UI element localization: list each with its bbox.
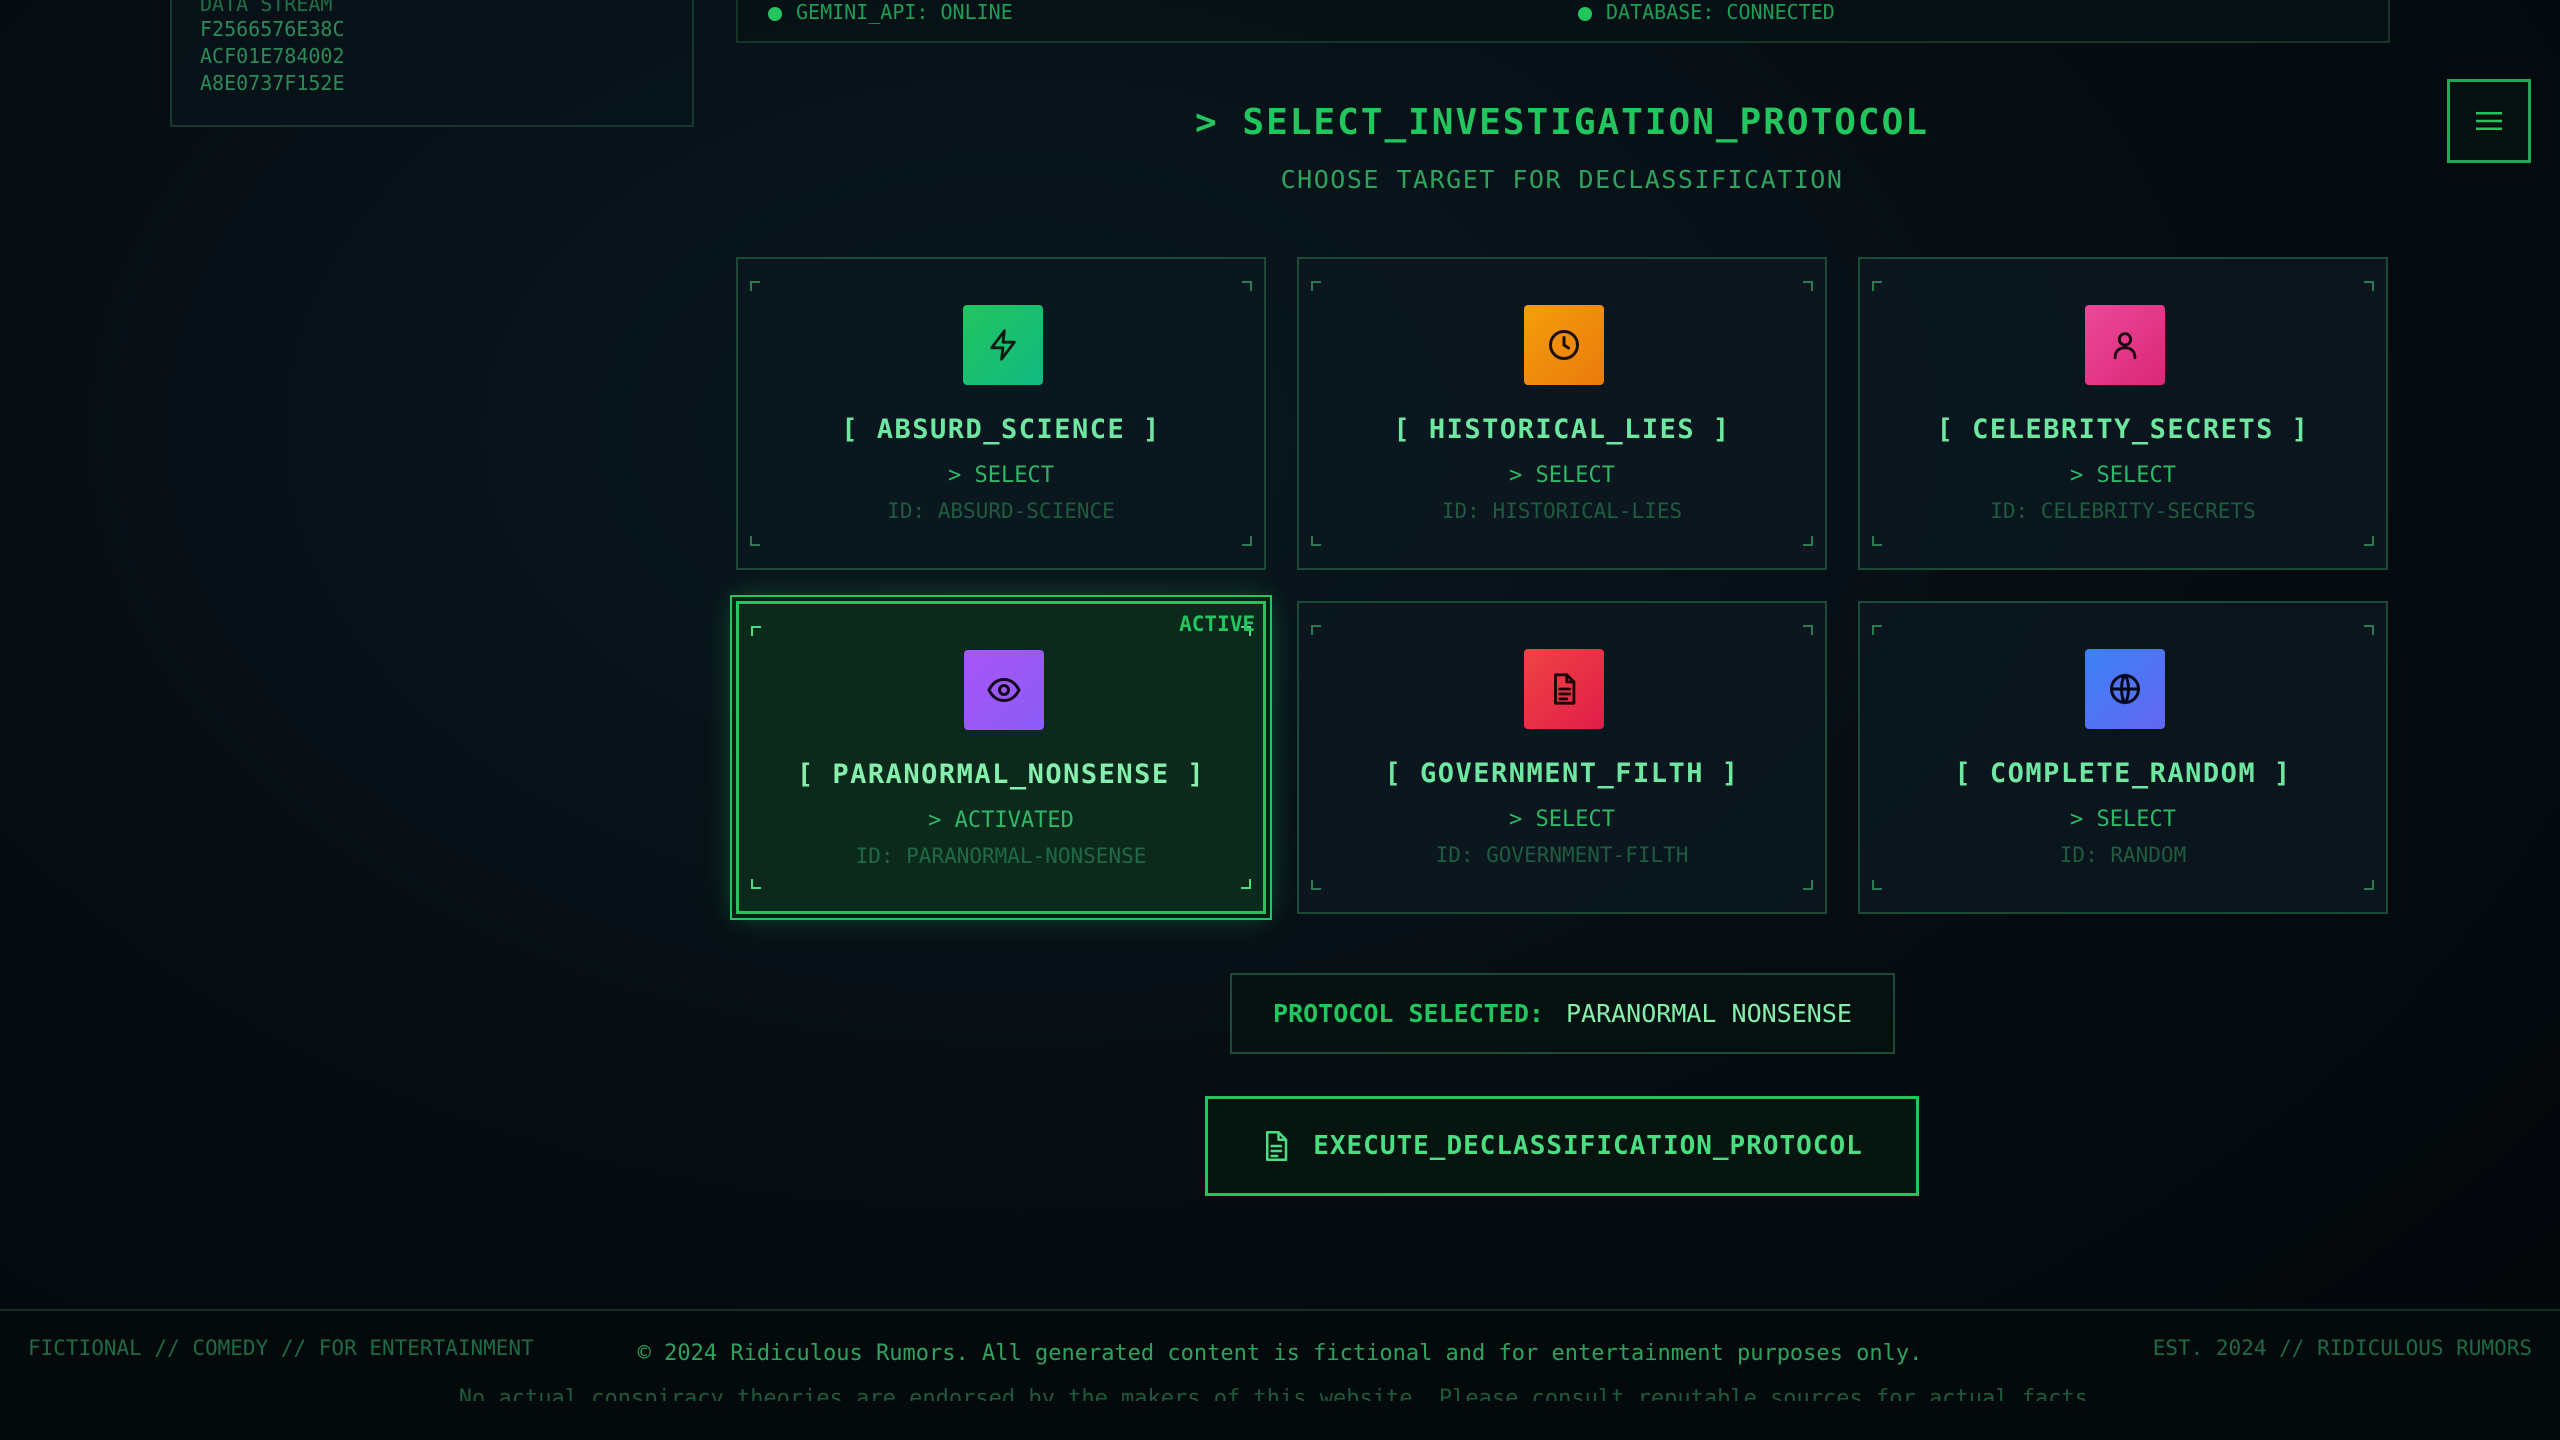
- card-government-filth[interactable]: [ GOVERNMENT_FILTH ] > SELECT ID: GOVERN…: [1297, 601, 1827, 914]
- globe-icon: [2085, 649, 2165, 729]
- corner-bracket: [1872, 536, 1882, 546]
- card-action: > SELECT: [948, 463, 1054, 488]
- corner-bracket: [1872, 625, 1882, 635]
- status-database-text: DATABASE: CONNECTED: [1606, 0, 1835, 24]
- corner-bracket: [2364, 625, 2374, 635]
- page-subtitle: CHOOSE TARGET FOR DECLASSIFICATION: [1280, 165, 1844, 194]
- card-action: > SELECT: [2070, 463, 2176, 488]
- document-icon: [1266, 1131, 1288, 1161]
- corner-bracket: [1311, 281, 1321, 291]
- card-title: [ COMPLETE_RANDOM ]: [1954, 758, 2292, 789]
- corner-bracket: [2364, 536, 2374, 546]
- clock-icon: [1524, 305, 1604, 385]
- data-stream-title: DATA STREAM: [200, 0, 333, 16]
- card-historical-lies[interactable]: [ HISTORICAL_LIES ] > SELECT ID: HISTORI…: [1297, 257, 1827, 570]
- card-action: > SELECT: [1509, 807, 1615, 832]
- corner-bracket: [750, 536, 760, 546]
- active-badge: ACTIVE: [1179, 612, 1255, 636]
- card-title: [ HISTORICAL_LIES ]: [1393, 414, 1731, 445]
- corner-bracket: [751, 626, 761, 636]
- card-title: [ PARANORMAL_NONSENSE ]: [796, 759, 1206, 790]
- corner-bracket: [1803, 536, 1813, 546]
- corner-bracket: [1311, 536, 1321, 546]
- eye-icon: [964, 650, 1044, 730]
- card-id: ID: PARANORMAL-NONSENSE: [855, 844, 1147, 868]
- corner-bracket: [2364, 880, 2374, 890]
- card-action: > SELECT: [1509, 463, 1615, 488]
- corner-bracket: [1803, 880, 1813, 890]
- document-icon: [1524, 649, 1604, 729]
- page-title: > SELECT_INVESTIGATION_PROTOCOL: [1195, 102, 1929, 143]
- corner-bracket: [1872, 880, 1882, 890]
- corner-bracket: [2364, 281, 2374, 291]
- card-id: ID: ABSURD-SCIENCE: [887, 499, 1115, 523]
- footer-established: EST. 2024 // RIDICULOUS RUMORS: [2152, 1336, 2532, 1360]
- card-id: ID: RANDOM: [2059, 843, 2187, 867]
- card-action: > SELECT: [2070, 807, 2176, 832]
- corner-bracket: [1241, 879, 1251, 889]
- footer-disclaimer: No actual conspiracy theories are endors…: [0, 1387, 2560, 1401]
- status-database: DATABASE: CONNECTED: [1578, 0, 1835, 24]
- corner-bracket: [750, 281, 760, 291]
- data-stream-line: ACF01E784002: [200, 44, 345, 68]
- lightning-icon: [963, 305, 1043, 385]
- footer: FICTIONAL // COMEDY // FOR ENTERTAINMENT…: [0, 1309, 2560, 1440]
- corner-bracket: [1311, 625, 1321, 635]
- protocol-selected-label: PROTOCOL SELECTED:: [1273, 999, 1544, 1028]
- corner-bracket: [1242, 536, 1252, 546]
- card-title: [ CELEBRITY_SECRETS ]: [1936, 414, 2310, 445]
- card-absurd-science[interactable]: [ ABSURD_SCIENCE ] > SELECT ID: ABSURD-S…: [736, 257, 1266, 570]
- execute-declassification-button[interactable]: EXECUTE_DECLASSIFICATION_PROTOCOL: [1205, 1096, 1919, 1196]
- card-id: ID: CELEBRITY-SECRETS: [1990, 499, 2256, 523]
- status-gemini-api-text: GEMINI_API: ONLINE: [796, 0, 1013, 24]
- corner-bracket: [1803, 625, 1813, 635]
- corner-bracket: [1242, 281, 1252, 291]
- card-id: ID: HISTORICAL-LIES: [1441, 499, 1683, 523]
- user-icon: [2085, 305, 2165, 385]
- protocol-selected-status: PROTOCOL SELECTED: PARANORMAL NONSENSE: [1230, 973, 1895, 1054]
- data-stream-line: F2566576E38C: [200, 17, 345, 41]
- card-complete-random[interactable]: [ COMPLETE_RANDOM ] > SELECT ID: RANDOM: [1858, 601, 2388, 914]
- card-paranormal-nonsense[interactable]: ACTIVE [ PARANORMAL_NONSENSE ] > ACTIVAT…: [736, 601, 1266, 914]
- status-dot-icon: [1578, 6, 1592, 21]
- card-title: [ GOVERNMENT_FILTH ]: [1384, 758, 1740, 789]
- status-gemini-api: GEMINI_API: ONLINE: [768, 0, 1013, 24]
- corner-bracket: [1311, 880, 1321, 890]
- status-dot-icon: [768, 6, 782, 21]
- card-title: [ ABSURD_SCIENCE ]: [841, 414, 1161, 445]
- corner-bracket: [1872, 281, 1882, 291]
- card-action: > ACTIVATED: [928, 808, 1074, 833]
- status-bar: GEMINI_API: ONLINE DATABASE: CONNECTED: [736, 0, 2390, 43]
- corner-bracket: [1803, 281, 1813, 291]
- data-stream-line: A8E0737F152E: [200, 71, 345, 95]
- execute-button-label: EXECUTE_DECLASSIFICATION_PROTOCOL: [1313, 1131, 1863, 1161]
- protocol-selected-value: PARANORMAL NONSENSE: [1565, 999, 1852, 1028]
- footer-disclaimer-text: No actual conspiracy theories are endors…: [458, 1387, 2102, 1401]
- corner-bracket: [751, 879, 761, 889]
- card-id: ID: GOVERNMENT-FILTH: [1435, 843, 1689, 867]
- card-celebrity-secrets[interactable]: [ CELEBRITY_SECRETS ] > SELECT ID: CELEB…: [1858, 257, 2388, 570]
